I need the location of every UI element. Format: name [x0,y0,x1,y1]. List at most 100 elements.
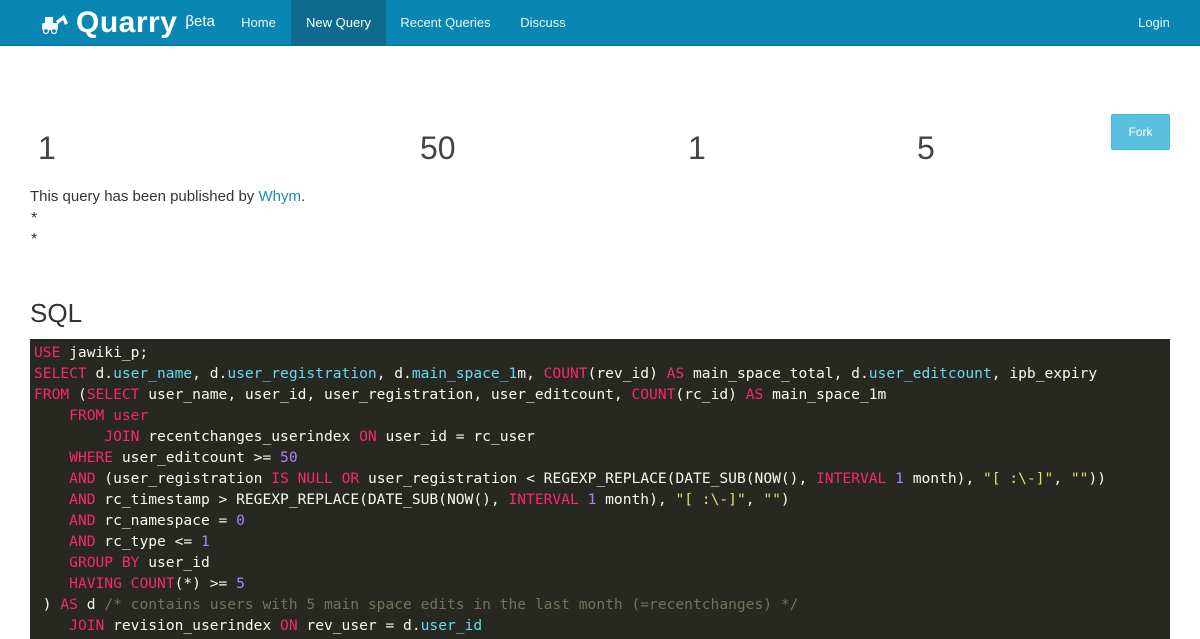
code-token: GROUP BY [69,554,140,571]
author-link[interactable]: Whym [258,188,301,205]
code-token: AND [69,491,96,508]
code-token: AS [60,596,78,613]
code-token: (rev_id) [587,365,667,382]
nav-login[interactable]: Login [1123,0,1185,45]
code-token: 1 [895,470,904,487]
code-token: /* contains users with 5 main space edit… [104,596,799,613]
code-token: 1 [200,533,210,550]
code-token: , d. [376,365,412,382]
nav-home[interactable]: Home [226,0,291,45]
published-notice: This query has been published by Whym. [30,188,305,205]
code-token: "" [763,491,781,508]
code-token: main_space_1 [411,365,518,382]
code-token: revision_userindex [104,617,281,634]
count-value: 1 [688,130,706,166]
code-line: AND rc_type <= 1 [34,531,210,552]
count-value: 50 [420,130,456,166]
star-marker: * [31,231,38,248]
code-token: ON [359,428,377,445]
code-line: AND rc_timestamp > REGEXP_REPLACE(DATE_S… [34,489,790,510]
code-line: JOIN revision_userindex ON rev_user = d.… [34,615,482,636]
code-token: OR [341,470,360,487]
code-token: JOIN [69,617,105,634]
count-value: 5 [917,130,935,166]
brand-link[interactable]: Quarry βeta [40,0,215,45]
code-token: AND [69,470,96,487]
code-token: INTERVAL [508,491,579,508]
code-token: 0 [236,512,245,529]
code-token: FROM [69,407,105,424]
code-token: jawiki_p; [60,344,149,361]
code-token: month), [596,491,676,508]
code-token: user_id [420,617,483,634]
star-marker: * [31,210,38,227]
code-token: month), [903,470,984,487]
code-token: FROM [34,386,70,403]
code-token: user_editcount [868,365,992,382]
code-line: ) AS d /* contains users with 5 main spa… [34,594,799,615]
code-line: WHERE user_editcount >= 50 [34,447,298,468]
top-navbar: Quarry βeta Home New Query Recent Querie… [0,0,1200,46]
code-token: user_registration < REGEXP_REPLACE(DATE_… [359,470,817,487]
code-token: user [113,407,149,424]
fork-button[interactable]: Fork [1111,114,1170,150]
code-token: 50 [280,449,298,466]
code-token: (user_registration [95,470,272,487]
code-token: rc_namespace = [95,512,237,529]
code-line: GROUP BY user_id [34,552,210,573]
code-token: , [1053,470,1071,487]
code-token: user_id = rc_user [376,428,535,445]
code-token: AND [69,512,96,529]
nav-new-query[interactable]: New Query [291,0,386,45]
code-token: user_id [139,554,210,571]
code-token: 5 [236,575,245,592]
code-token: AS [666,365,685,382]
code-token: user_registration [227,365,377,382]
code-token: SELECT [86,386,140,403]
code-token: "[ :\-]" [675,491,746,508]
code-token: , [745,491,764,508]
brand-beta-tag: βeta [185,13,215,30]
code-token: main_space_total, d. [684,365,869,382]
code-token: , d. [192,365,228,382]
code-token: USE [34,344,61,361]
code-line: SELECT d.user_name, d.user_registration,… [34,363,1097,384]
quarry-excavator-icon [42,14,68,34]
count-value: 1 [38,130,56,166]
code-token: user_name [113,365,193,382]
code-token: IS [271,470,289,487]
nav-recent-queries[interactable]: Recent Queries [386,0,505,45]
code-token: recentchanges_userindex [139,428,360,445]
code-token: SELECT [34,365,87,382]
code-line: AND (user_registration IS NULL OR user_r… [34,468,1106,489]
nav-discuss[interactable]: Discuss [505,0,581,45]
code-token: COUNT [631,386,676,403]
code-token: user_name, user_id, user_registration, u… [139,386,632,403]
code-line: AND rc_namespace = 0 [34,510,245,531]
code-token: AND [69,533,96,550]
published-prefix: This query has been published by [30,188,259,205]
code-token: rc_type <= [95,533,201,550]
code-token: m, [517,365,544,382]
code-token: JOIN [104,428,140,445]
code-token: (*) >= [174,575,237,592]
code-token: ON [280,617,298,634]
code-line: USE jawiki_p; [34,342,148,363]
code-token: INTERVAL [816,470,887,487]
code-line: FROM (SELECT user_name, user_id, user_re… [34,384,886,405]
code-token: "[ :\-]" [983,470,1054,487]
code-token: main_space_1m [763,386,887,403]
code-token: user_editcount >= [113,449,281,466]
code-token: d. [86,365,114,382]
